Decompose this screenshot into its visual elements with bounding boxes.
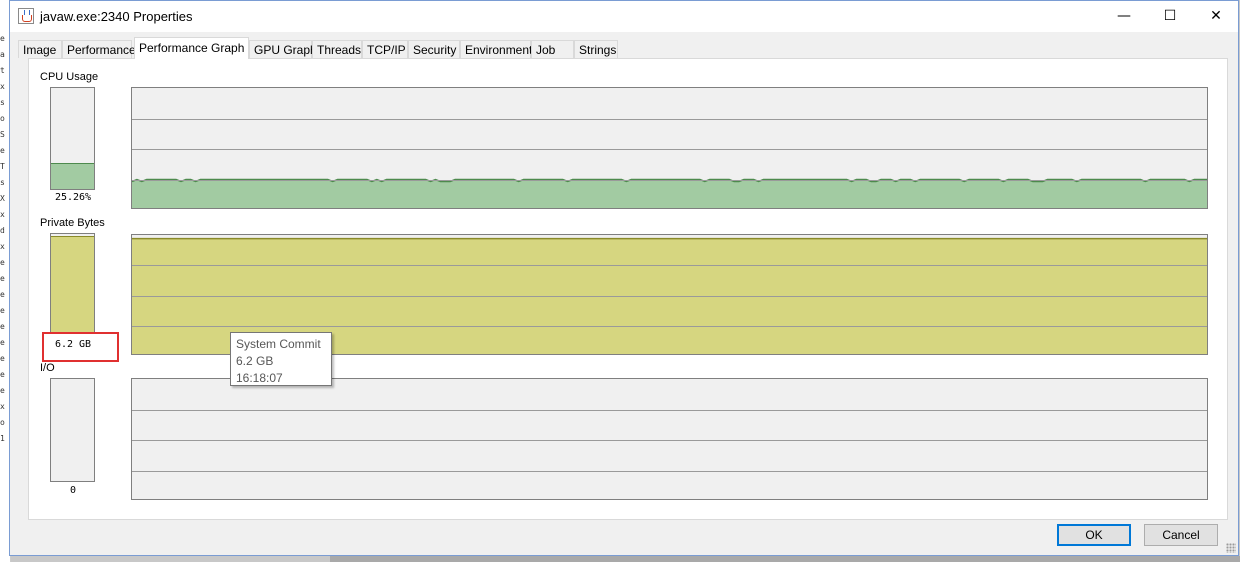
io-value: 0	[69, 485, 77, 496]
value-highlight-box	[42, 332, 119, 362]
tab-job[interactable]: Job	[531, 40, 574, 58]
io-graph	[131, 378, 1208, 500]
window-title: javaw.exe:2340 Properties	[40, 9, 193, 24]
performance-graph-panel: CPU Usage 25.26% Private Bytes 6.2 GB I/…	[28, 58, 1228, 520]
private-bytes-meter	[50, 233, 95, 334]
tooltip-time: 16:18:07	[236, 371, 283, 385]
tooltip-title: System Commit	[236, 337, 321, 351]
io-label: I/O	[40, 362, 55, 374]
close-icon: ✕	[1210, 8, 1222, 24]
io-graph-plot	[132, 410, 1207, 472]
minimize-icon: —	[1117, 8, 1131, 24]
tab-environment[interactable]: Environment	[460, 40, 532, 58]
tab-threads[interactable]: Threads	[312, 40, 362, 58]
tab-security[interactable]: Security	[408, 40, 460, 58]
io-meter	[50, 378, 95, 482]
cpu-usage-label: CPU Usage	[40, 71, 99, 83]
background-window-edge	[330, 556, 1240, 562]
close-button[interactable]: ✕	[1193, 1, 1239, 32]
title-bar[interactable]: javaw.exe:2340 Properties — ☐ ✕	[10, 1, 1238, 32]
minimize-button[interactable]: —	[1101, 1, 1147, 32]
java-icon	[18, 8, 34, 24]
maximize-button[interactable]: ☐	[1147, 1, 1193, 32]
maximize-icon: ☐	[1163, 8, 1177, 24]
tab-performance-graph[interactable]: Performance Graph	[134, 37, 249, 59]
cpu-usage-value: 25.26%	[54, 192, 92, 203]
tab-tcpip[interactable]: TCP/IP	[362, 40, 408, 58]
cancel-button[interactable]: Cancel	[1144, 524, 1218, 546]
resize-grip[interactable]	[1226, 543, 1236, 553]
tab-strings[interactable]: Strings	[574, 40, 618, 58]
private-bytes-label: Private Bytes	[40, 217, 105, 229]
tooltip-value: 6.2 GB	[236, 354, 274, 368]
cpu-usage-graph-plot	[132, 119, 1207, 208]
graph-tooltip: System Commit 6.2 GB 16:18:07	[230, 332, 332, 386]
cpu-usage-graph	[131, 87, 1208, 209]
tab-performance[interactable]: Performance	[62, 40, 136, 58]
properties-window: javaw.exe:2340 Properties — ☐ ✕ Image Pe…	[9, 0, 1239, 556]
ok-button[interactable]: OK	[1057, 524, 1131, 546]
tab-image[interactable]: Image	[18, 40, 62, 58]
cpu-usage-meter-fill	[51, 162, 94, 189]
tab-gpu-graph[interactable]: GPU Graph	[249, 40, 317, 58]
private-bytes-meter-fill	[51, 235, 94, 333]
graph-area	[132, 179, 1207, 208]
cpu-usage-meter	[50, 87, 95, 190]
